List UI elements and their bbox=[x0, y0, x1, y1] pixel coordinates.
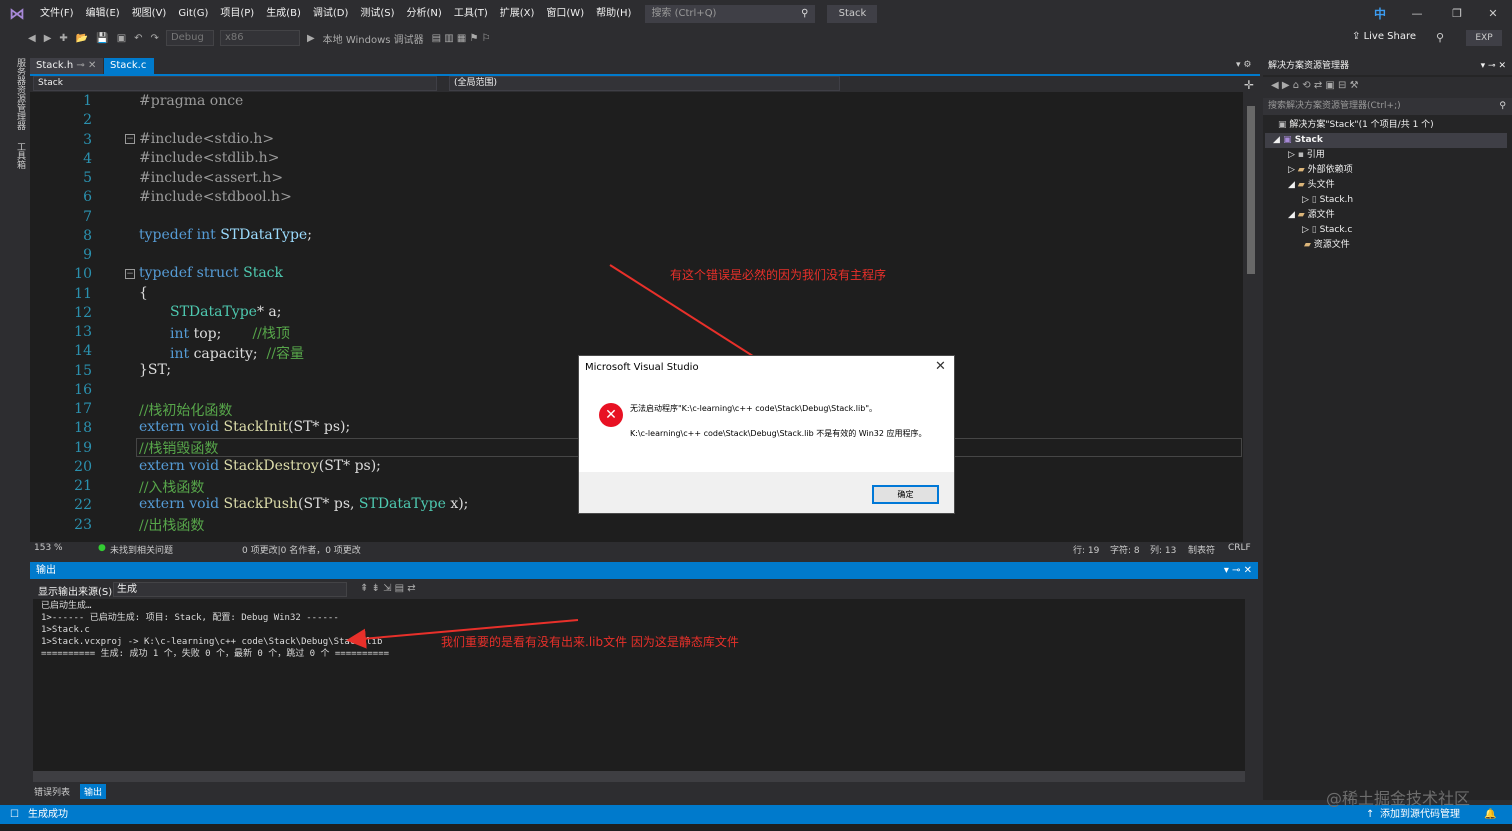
ok-button[interactable]: 确定 bbox=[872, 485, 939, 504]
error-icon: ✕ bbox=[599, 403, 623, 427]
dialog-title: Microsoft Visual Studio bbox=[585, 362, 699, 373]
dialog-close-icon[interactable]: ✕ bbox=[935, 359, 946, 374]
annotation-text-bottom: 我们重要的是看有没有出来.lib文件 因为这是静态库文件 bbox=[441, 635, 739, 649]
dialog-message-1: 无法启动程序"K:\c-learning\c++ code\Stack\Debu… bbox=[630, 404, 878, 413]
annotation-text-top: 有这个错误是必然的因为我们没有主程序 bbox=[670, 268, 887, 282]
error-dialog: Microsoft Visual Studio ✕ ✕ 无法启动程序"K:\c-… bbox=[578, 355, 955, 514]
watermark: @稀土掘金技术社区 bbox=[1326, 789, 1471, 808]
dialog-message-2: K:\c-learning\c++ code\Stack\Debug\Stack… bbox=[630, 429, 927, 438]
